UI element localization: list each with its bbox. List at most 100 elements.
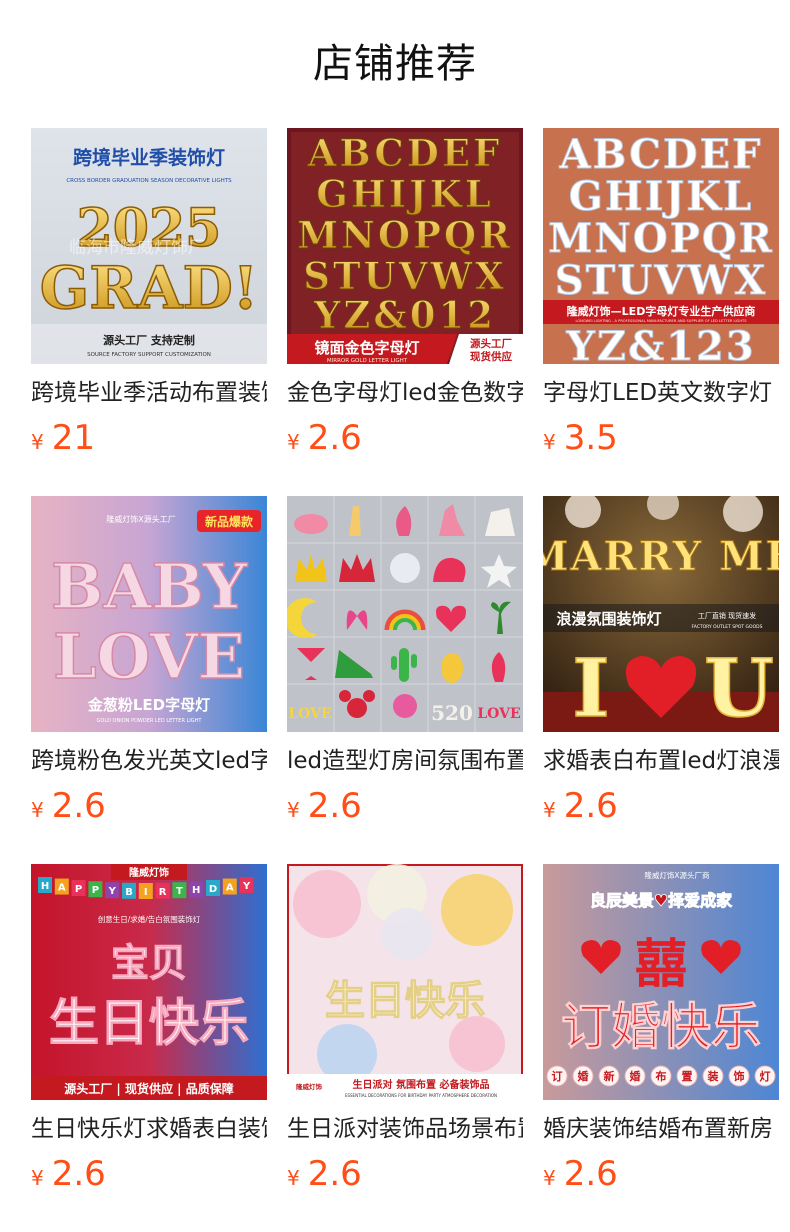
product-card[interactable]: ABCDEF GHIJKL MNOPQR STUVWX YZ&012 镜面金色字… [287,128,523,496]
bunting-letter: A [58,883,66,894]
product-price: ¥21 [31,418,267,458]
product-price: ¥2.6 [543,1154,779,1194]
cactus-lamp-icon [399,648,409,682]
currency-symbol: ¥ [31,1166,44,1190]
image-banner: 浪漫氛围装饰灯 [556,610,661,628]
product-image[interactable]: ABCDEF GHIJKL MNOPQR STUVWX YZ&123 隆威灯饰—… [543,128,779,364]
product-image[interactable]: ABCDEF GHIJKL MNOPQR STUVWX YZ&012 镜面金色字… [287,128,523,364]
bunting-letter: B [125,887,133,898]
image-letter-row: MNOPQR [548,215,774,262]
product-price: ¥2.6 [287,786,523,826]
image-word: 宝贝 [111,941,187,985]
price-amount: 2.6 [51,1154,106,1194]
image-footer-sub: GOLD ONION POWDER LED LETTER LIGHT [97,718,203,724]
image-logo: 隆威灯饰 [296,1082,323,1091]
image-letter-row: ABCDEF [559,131,763,178]
bunting-letter: Y [108,886,117,897]
bunting-letter: R [159,887,167,898]
product-price: ¥2.6 [31,786,267,826]
currency-symbol: ¥ [543,1166,556,1190]
product-title[interactable]: 生日派对装饰品场景布置 [287,1114,523,1144]
char-bulb-text: 订 [552,1069,563,1083]
image-letter-row: YZ&123 [565,323,755,364]
image-letter-row: ABCDEF [307,131,503,175]
image-letter-row: GHIJKL [569,173,753,220]
product-image[interactable]: 隆威灯饰X源头工厂 新品爆款 BABY LOVE 金葱粉LED字母灯 GOLD … [31,496,267,732]
image-word: 生日快乐 [49,994,249,1052]
image-big-bottom: GRAD! [40,254,259,322]
image-brand: 隆威灯饰X源头厂商 [644,870,710,880]
bunting-letter: T [176,886,183,897]
char-bulb-text: 饰 [734,1069,745,1083]
product-image[interactable]: MARRY ME 浪漫氛围装饰灯 工厂直销 现货速发 FACTORY OUTLE… [543,496,779,732]
cat-lamp-icon [390,553,420,583]
image-footer: 源头工厂 支持定制 [103,333,195,347]
image-banner-sub: LONGWEI LIGHTING - A PROFESSIONAL MANUFA… [575,319,747,323]
product-image[interactable]: 生日快乐 隆威灯饰 生日派对 氛围布置 必备装饰品 ESSENTIAL DECO… [287,864,523,1100]
product-card[interactable]: 隆威灯饰X源头厂商 良辰美景♥择爱成家 囍 订婚快乐 订 婚 新 婚 布 置 装 饰 灯 婚庆装… [543,864,779,1232]
product-title[interactable]: 求婚表白布置led灯浪漫 [543,746,779,776]
product-card[interactable]: 生日快乐 隆威灯饰 生日派对 氛围布置 必备装饰品 ESSENTIAL DECO… [287,864,523,1232]
currency-symbol: ¥ [287,1166,300,1190]
bunting-letter: P [92,885,99,896]
product-title[interactable]: 金色字母灯led金色数字灯 [287,378,523,408]
product-title[interactable]: 婚庆装饰结婚布置新房 [543,1114,779,1144]
product-price: ¥2.6 [31,1154,267,1194]
image-letter-row: YZ&012 [313,293,496,337]
price-amount: 2.6 [563,1154,618,1194]
price-amount: 2.6 [563,786,618,826]
image-banner: 良辰美景♥择爱成家 [590,891,733,910]
product-price: ¥2.6 [287,418,523,458]
bunting-letter: H [192,885,200,896]
product-card[interactable]: 跨境毕业季装饰灯 CROSS BORDER GRADUATION SEASON … [31,128,267,496]
image-badge: 新品爆款 [205,514,254,529]
image-tile-text: LOVE [288,706,331,722]
product-title[interactable]: 字母灯LED英文数字灯 [543,378,779,408]
product-card[interactable]: 隆威灯饰X源头工厂 新品爆款 BABY LOVE 金葱粉LED字母灯 GOLD … [31,496,267,864]
cloud-lamp-icon [294,514,328,534]
image-subline: 创意生日/求婚/告白氛围装饰灯 [98,914,201,924]
price-amount: 21 [51,418,95,458]
char-bulb-text: 装 [707,1069,719,1083]
product-price: ¥2.6 [287,1154,523,1194]
product-title[interactable]: 跨境粉色发光英文led字母灯 [31,746,267,776]
pineapple-lamp-icon [441,653,463,683]
char-bulb-text: 婚 [578,1069,589,1083]
image-letter: I [572,641,609,732]
image-letter-row: STUVWX [555,257,768,304]
image-word: LOVE [53,620,245,693]
product-card[interactable]: MARRY ME 浪漫氛围装饰灯 工厂直销 现货速发 FACTORY OUTLE… [543,496,779,864]
image-footer: 金葱粉LED字母灯 [87,696,210,714]
product-card[interactable]: LOVE 520 LOVE led造型灯房间氛围布置 ¥2.6 [287,496,523,864]
product-title[interactable]: 跨境毕业季活动布置装饰灯 [31,378,267,408]
product-image[interactable]: 跨境毕业季装饰灯 CROSS BORDER GRADUATION SEASON … [31,128,267,364]
bunting-letter: H [41,881,49,892]
char-bulb-text: 置 [682,1070,693,1083]
char-bulb-text: 布 [656,1069,667,1083]
image-subline: CROSS BORDER GRADUATION SEASON DECORATIV… [66,178,232,184]
image-word: 订婚快乐 [561,998,761,1056]
image-footer: 源头工厂 | 现货供应 | 品质保障 [64,1081,233,1096]
currency-symbol: ¥ [543,798,556,822]
product-card[interactable]: 隆威灯饰 HAPPYBIRTHDAY 创意生日/求婚/告白氛围装饰灯 宝贝 生日… [31,864,267,1232]
price-amount: 2.6 [307,418,362,458]
image-tile-text: 520 [431,701,473,725]
product-image[interactable]: 隆威灯饰X源头厂商 良辰美景♥择爱成家 囍 订婚快乐 订 婚 新 婚 布 置 装 饰 灯 [543,864,779,1100]
image-letter-row: STUVWX [303,254,507,298]
image-letter-row: MNOPQR [297,213,513,257]
product-image[interactable]: 隆威灯饰 HAPPYBIRTHDAY 创意生日/求婚/告白氛围装饰灯 宝贝 生日… [31,864,267,1100]
currency-symbol: ¥ [543,430,556,454]
char-bulb-text: 灯 [760,1069,771,1083]
product-title[interactable]: led造型灯房间氛围布置 [287,746,523,776]
page-title: 店铺推荐 [313,41,477,87]
currency-symbol: ¥ [287,798,300,822]
image-brand: 隆威灯饰X源头工厂 [106,514,175,524]
image-tile-text: LOVE [477,706,520,722]
product-title[interactable]: 生日快乐灯求婚表白装饰 [31,1114,267,1144]
char-bulb-text: 新 [604,1069,615,1083]
product-image[interactable]: LOVE 520 LOVE [287,496,523,732]
image-tag: FACTORY OUTLET SPOT GOODS [692,624,763,630]
currency-symbol: ¥ [287,430,300,454]
product-card[interactable]: ABCDEF GHIJKL MNOPQR STUVWX YZ&123 隆威灯饰—… [543,128,779,496]
product-price: ¥2.6 [543,786,779,826]
